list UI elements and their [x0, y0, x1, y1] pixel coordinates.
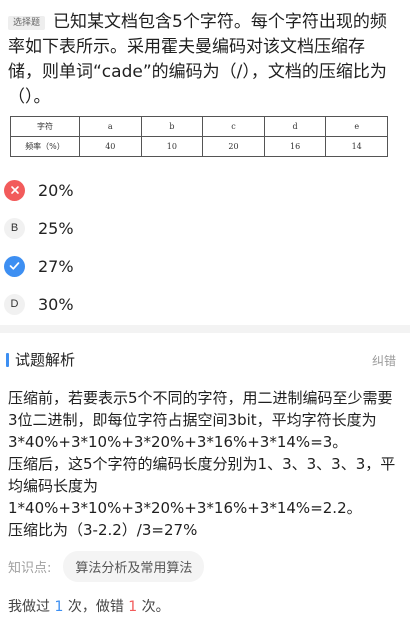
option-a-text: 20%	[38, 180, 74, 200]
table-cell: 40	[79, 136, 142, 157]
analysis-title: 试题解析	[15, 351, 76, 369]
stats-mid: 次，做错	[67, 599, 124, 615]
option-c-text: 27%	[38, 256, 74, 276]
done-count: 1	[54, 599, 64, 615]
analysis-header: 试题解析 纠错	[0, 333, 410, 387]
report-error-button[interactable]: 纠错	[372, 352, 396, 369]
table-cell: b	[140, 116, 204, 137]
question-stem: 选择题 已知某文档包含5个字符。每个字符出现的频率如下表所示。采用霍夫曼编码对该文…	[0, 0, 410, 110]
knowledge-point-chip[interactable]: 算法分析及常用算法	[63, 551, 205, 582]
option-b-letter: B	[4, 217, 25, 239]
question-text: 已知某文档包含5个字符。每个字符出现的频率如下表所示。采用霍夫曼编码对该文档压缩…	[8, 12, 387, 107]
table-cell: 10	[140, 136, 204, 157]
knowledge-point-label: 知识点:	[8, 561, 52, 576]
table-row: 频率（%） 40 10 20 16 14	[10, 136, 388, 157]
option-d-letter: D	[4, 293, 25, 315]
analysis-paragraph: 压缩后，这5个字符的编码长度分别为1、3、3、3、3，平均编码长度为1*40%+…	[8, 455, 396, 517]
table-cell: c	[202, 116, 265, 137]
attempt-stats: 我做过 1 次，做错 1 次。	[0, 596, 410, 616]
option-b-text: 25%	[38, 218, 74, 238]
frequency-table: 字符 a b c d e 频率（%） 40 10 20 16 14	[10, 116, 388, 157]
table-cell: 频率（%）	[10, 136, 80, 157]
wrong-count: 1	[128, 599, 138, 615]
cross-icon	[4, 179, 25, 201]
analysis-body: 压缩前，若要表示5个不同的字符，用二进制编码至少需要3位二进制，即每位字符占据空…	[0, 387, 410, 541]
option-d[interactable]: D 30%	[0, 285, 410, 323]
knowledge-point: 知识点: 算法分析及常用算法	[0, 551, 410, 582]
option-c[interactable]: 27%	[0, 247, 410, 285]
section-divider	[0, 325, 410, 333]
analysis-paragraph: 压缩前，若要表示5个不同的字符，用二进制编码至少需要3位二进制，即每位字符占据空…	[8, 389, 393, 451]
answer-options: 20% B 25% 27% D 30%	[0, 171, 410, 323]
option-a[interactable]: 20%	[0, 171, 410, 209]
table-cell: 20	[202, 136, 265, 157]
table-cell: e	[325, 116, 388, 137]
option-d-text: 30%	[38, 294, 74, 314]
stats-suffix: 次。	[141, 599, 170, 615]
analysis-section: 试题解析 纠错 压缩前，若要表示5个不同的字符，用二进制编码至少需要3位二进制，…	[0, 333, 410, 616]
table-header-row: 字符 a b c d e	[10, 116, 388, 137]
table-cell: 字符	[10, 116, 80, 137]
table-cell: 14	[325, 136, 388, 157]
table-cell: d	[263, 116, 327, 137]
stats-prefix: 我做过	[8, 599, 50, 615]
table-cell: 16	[263, 136, 327, 157]
section-marker	[6, 353, 9, 367]
question-type-tag: 选择题	[8, 16, 46, 30]
analysis-paragraph: 压缩比为（3-2.2）/3=27%	[8, 521, 198, 539]
table-cell: a	[79, 116, 142, 137]
option-b[interactable]: B 25%	[0, 209, 410, 247]
question-page: 选择题 已知某文档包含5个字符。每个字符出现的频率如下表所示。采用霍夫曼编码对该文…	[0, 0, 410, 617]
check-icon	[4, 255, 25, 277]
